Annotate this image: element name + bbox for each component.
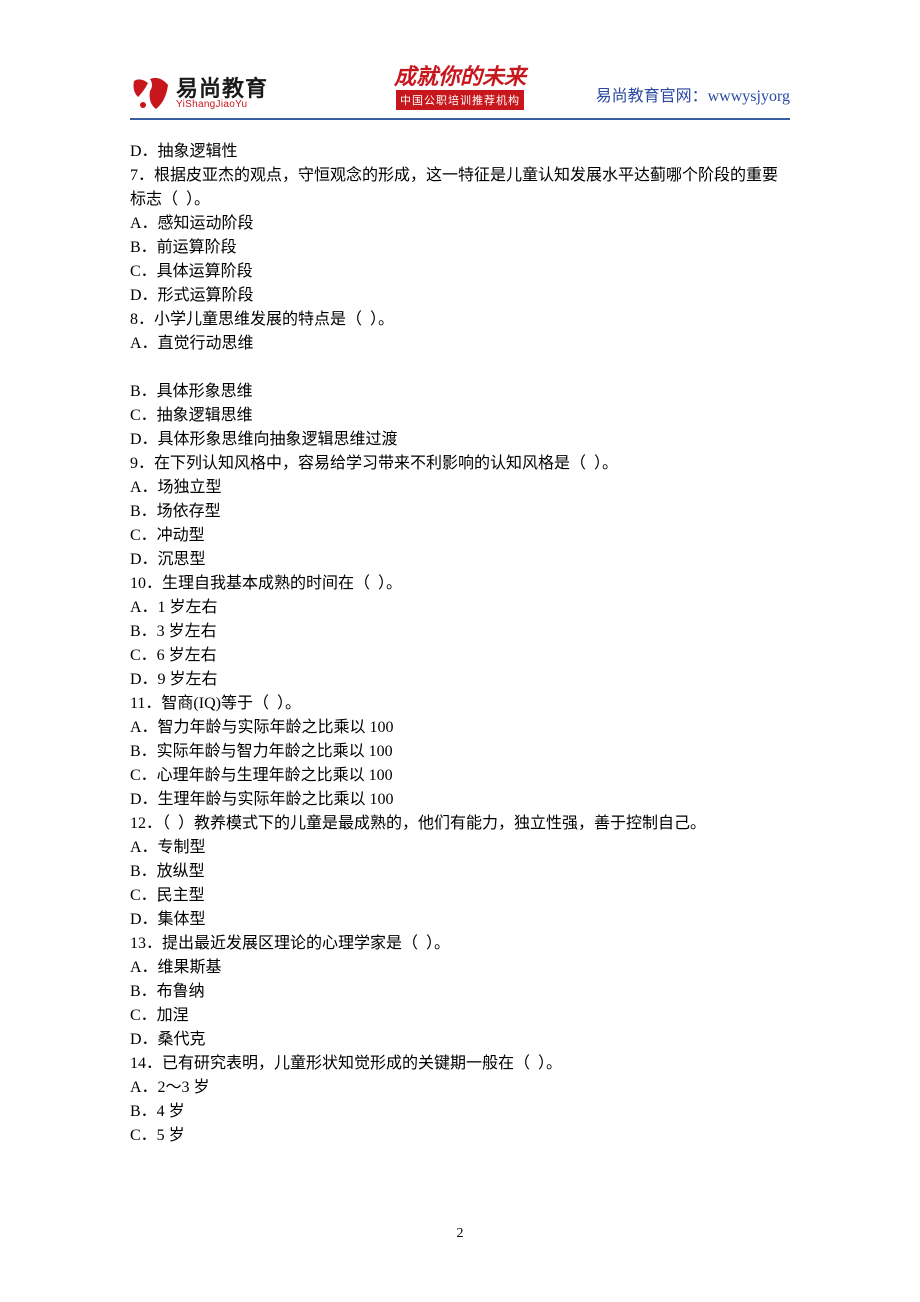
text-line: C．民主型 [130,884,790,908]
text-line: A．感知运动阶段 [130,212,790,236]
text-line: A．智力年龄与实际年龄之比乘以 100 [130,716,790,740]
text-line: A．维果斯基 [130,956,790,980]
text-line: B．前运算阶段 [130,236,790,260]
text-line: D．集体型 [130,908,790,932]
text-line: C．冲动型 [130,524,790,548]
text-line: 10．生理自我基本成熟的时间在（ ）。 [130,572,790,596]
text-line: B．布鲁纳 [130,980,790,1004]
text-line: B．实际年龄与智力年龄之比乘以 100 [130,740,790,764]
text-line: 14．已有研究表明，儿童形状知觉形成的关键期一般在（ ）。 [130,1052,790,1076]
text-line: D．沉思型 [130,548,790,572]
text-line: C．5 岁 [130,1124,790,1148]
text-line: D．抽象逻辑性 [130,140,790,164]
text-line: D．9 岁左右 [130,668,790,692]
document-body: D．抽象逻辑性7．根据皮亚杰的观点，守恒观念的形成，这一特征是儿童认知发展水平达… [130,140,790,1148]
text-line: B．具体形象思维 [130,380,790,404]
text-line: 7．根据皮亚杰的观点，守恒观念的形成，这一特征是儿童认知发展水平达蓟哪个阶段的重… [130,164,790,212]
text-line: B．3 岁左右 [130,620,790,644]
text-line: 9．在下列认知风格中，容易给学习带来不利影响的认知风格是（ ）。 [130,452,790,476]
logo-pinyin: YiShangJiaoYu [176,100,268,110]
text-line: C．抽象逻辑思维 [130,404,790,428]
text-line: C．具体运算阶段 [130,260,790,284]
site-link: 易尚教育官网：wwwysjyorg [596,82,790,106]
text-line: D．形式运算阶段 [130,284,790,308]
logo-text: 易尚教育 YiShangJiaoYu [176,78,268,110]
text-line: 8．小学儿童思维发展的特点是（ ）。 [130,308,790,332]
text-line: B．场依存型 [130,500,790,524]
text-line: D．生理年龄与实际年龄之比乘以 100 [130,788,790,812]
text-line: 12．（ ）教养模式下的儿童是最成熟的，他们有能力，独立性强，善于控制自己。 [130,812,790,836]
text-line: A．专制型 [130,836,790,860]
text-line: 11．智商(IQ)等于（ ）。 [130,692,790,716]
text-line: D．具体形象思维向抽象逻辑思维过渡 [130,428,790,452]
text-line: 13．提出最近发展区理论的心理学家是（ ）。 [130,932,790,956]
text-line: B．4 岁 [130,1100,790,1124]
page-header: 易尚教育 YiShangJiaoYu 成就你的未来 中国公职培训推荐机构 易尚教… [130,70,790,120]
badge-text: 中国公职培训推荐机构 [396,90,524,110]
text-line: C．心理年龄与生理年龄之比乘以 100 [130,764,790,788]
text-line: A．场独立型 [130,476,790,500]
text-line: C．加涅 [130,1004,790,1028]
text-line: A．2～3 岁 [130,1076,790,1100]
page-number: 2 [0,1226,920,1242]
header-center: 成就你的未来 中国公职培训推荐机构 [394,66,526,110]
text-line: C．6 岁左右 [130,644,790,668]
logo-cn: 易尚教育 [176,78,268,100]
slogan-text: 成就你的未来 [394,66,526,88]
logo-icon [130,75,172,113]
text-line: B．放纵型 [130,860,790,884]
text-line: D．桑代克 [130,1028,790,1052]
text-line: A．1 岁左右 [130,596,790,620]
logo-block: 易尚教育 YiShangJiaoYu [130,75,268,113]
text-line [130,356,790,380]
text-line: A．直觉行动思维 [130,332,790,356]
